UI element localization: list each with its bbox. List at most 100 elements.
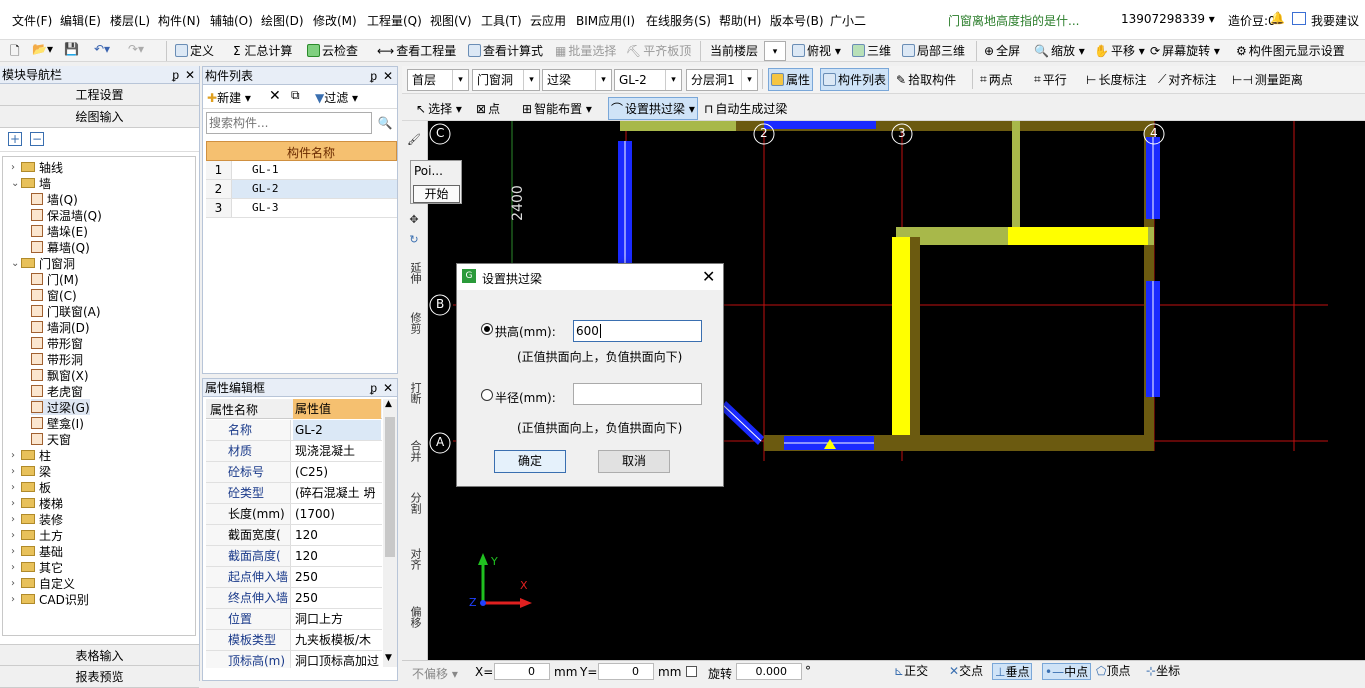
- property-value[interactable]: (C25): [293, 462, 381, 482]
- expand-arrow-icon[interactable]: ›: [11, 594, 21, 605]
- property-value[interactable]: 120: [293, 525, 381, 545]
- tree-item[interactable]: › 梁: [11, 463, 51, 479]
- collapse-all-icon[interactable]: −: [30, 132, 44, 146]
- tree-item[interactable]: 过梁(G): [31, 399, 90, 415]
- length-dimension-button[interactable]: ⊢ 长度标注: [1086, 71, 1146, 88]
- edit-tool-button[interactable]: 分割: [406, 492, 422, 514]
- component-list-button[interactable]: 构件列表: [820, 68, 890, 91]
- menu-item[interactable]: 在线服务(S): [646, 12, 711, 29]
- expand-arrow-icon[interactable]: ›: [11, 466, 21, 477]
- menu-item[interactable]: BIM应用(I): [576, 12, 635, 29]
- category-select[interactable]: 门窗洞 ▾: [472, 69, 540, 91]
- menu-item[interactable]: 广小二: [830, 12, 866, 29]
- table-row[interactable]: 3 GL-3: [206, 199, 397, 218]
- expand-arrow-icon[interactable]: ›: [11, 162, 21, 173]
- search-field[interactable]: [209, 114, 369, 132]
- close-icon[interactable]: ✕: [702, 267, 715, 286]
- set-arch-lintel-button[interactable]: ⌒ 设置拱过梁 ▾: [608, 97, 698, 120]
- measure-distance-button[interactable]: ⊢⊣ 测量距离: [1232, 71, 1303, 88]
- property-value[interactable]: 九夹板模板/木: [293, 630, 381, 650]
- property-row[interactable]: 长度(mm) (1700): [206, 504, 382, 525]
- menu-item[interactable]: 文件(F): [12, 12, 52, 29]
- property-button[interactable]: 属性: [768, 68, 814, 91]
- expand-arrow-icon[interactable]: ›: [11, 578, 21, 589]
- new-file-icon[interactable]: 🗋: [10, 42, 20, 63]
- tree-item[interactable]: 门联窗(A): [31, 303, 101, 319]
- tree-item[interactable]: › 柱: [11, 447, 51, 463]
- redo-icon[interactable]: ↷▾: [128, 42, 144, 56]
- define-button[interactable]: 定义: [175, 42, 214, 59]
- no-offset-dropdown[interactable]: 不偏移 ▾: [412, 665, 458, 682]
- arch-height-input[interactable]: 600: [573, 320, 702, 342]
- menu-item[interactable]: 工具(T): [481, 12, 522, 29]
- menu-item[interactable]: 版本号(B): [770, 12, 824, 29]
- table-input-button[interactable]: 表格输入: [0, 644, 199, 666]
- layer-select[interactable]: 分层洞1 ▾: [686, 69, 758, 91]
- tree-item[interactable]: 门(M): [31, 271, 79, 287]
- property-value[interactable]: 洞口顶标高加过: [293, 651, 381, 668]
- top-view-button[interactable]: 俯视 ▾: [792, 42, 841, 59]
- brush-icon[interactable]: 🖌: [406, 133, 422, 146]
- tree-item[interactable]: 保温墙(Q): [31, 207, 102, 223]
- fullscreen-button[interactable]: ⊕ 全屏: [984, 42, 1020, 59]
- select-button[interactable]: ↖ 选择 ▾: [416, 100, 462, 117]
- tree-item[interactable]: › 土方: [11, 527, 63, 543]
- chat-icon[interactable]: [1292, 12, 1306, 25]
- property-value[interactable]: (碎石混凝土 坍: [293, 483, 381, 503]
- two-points-button[interactable]: ⌗ 两点: [980, 71, 1013, 88]
- tree-item[interactable]: 幕墙(Q): [31, 239, 90, 255]
- rotate-icon[interactable]: ↻: [406, 233, 422, 246]
- property-value[interactable]: 250: [293, 567, 381, 587]
- property-row[interactable]: 模板类型 九夹板模板/木: [206, 630, 382, 651]
- type-select[interactable]: 过梁 ▾: [542, 69, 612, 91]
- property-row[interactable]: 位置 洞口上方: [206, 609, 382, 630]
- x-input[interactable]: 0: [494, 663, 550, 680]
- tree-item[interactable]: 窗(C): [31, 287, 77, 303]
- pick-component-button[interactable]: ✎ 拾取构件: [896, 71, 956, 88]
- menu-item[interactable]: 云应用: [530, 12, 566, 29]
- property-value[interactable]: 现浇混凝土: [293, 441, 381, 461]
- property-value[interactable]: (1700): [293, 504, 381, 524]
- menu-item[interactable]: 构件(N): [158, 12, 200, 29]
- tree-item[interactable]: › 自定义: [11, 575, 75, 591]
- menu-item[interactable]: 楼层(L): [110, 12, 150, 29]
- property-value[interactable]: 洞口上方: [293, 609, 381, 629]
- tree-item[interactable]: 墙垛(E): [31, 223, 88, 239]
- local-3d-button[interactable]: 局部三维: [902, 42, 965, 59]
- edit-tool-button[interactable]: 打断: [406, 382, 422, 404]
- tree-item[interactable]: 墙洞(D): [31, 319, 90, 335]
- tree-item[interactable]: 壁龛(I): [31, 415, 84, 431]
- edit-tool-button[interactable]: 对齐: [406, 548, 422, 570]
- property-row[interactable]: 名称 GL-2: [206, 420, 382, 441]
- smart-layout-button[interactable]: ⊞ 智能布置 ▾: [522, 100, 592, 117]
- pin-icon[interactable]: ᵱ: [172, 66, 179, 84]
- tree-item[interactable]: › 基础: [11, 543, 63, 559]
- angle-input[interactable]: 0.000: [736, 663, 802, 680]
- draw-input-button[interactable]: 绘图输入: [0, 106, 199, 128]
- snap-toggle[interactable]: ⊾正交: [892, 663, 930, 680]
- expand-arrow-icon[interactable]: ›: [11, 562, 21, 573]
- edit-tool-button[interactable]: 合并: [406, 440, 422, 462]
- cancel-button[interactable]: 取消: [598, 450, 670, 473]
- view-formula-button[interactable]: 查看计算式: [468, 42, 543, 59]
- pan-button[interactable]: ✋ 平移 ▾: [1094, 42, 1145, 59]
- parallel-button[interactable]: ⌗ 平行: [1034, 71, 1067, 88]
- zoom-button[interactable]: 🔍 缩放 ▾: [1034, 42, 1085, 59]
- copy-icon[interactable]: ⧉: [291, 88, 300, 103]
- search-input[interactable]: [206, 112, 372, 134]
- expand-arrow-icon[interactable]: ›: [11, 514, 21, 525]
- expand-arrow-icon[interactable]: ›: [11, 498, 21, 509]
- property-value[interactable]: GL-2: [293, 420, 381, 440]
- tree-item[interactable]: › 装修: [11, 511, 63, 527]
- property-row[interactable]: 终点伸入墙 250: [206, 588, 382, 609]
- menu-item[interactable]: 编辑(E): [60, 12, 101, 29]
- edit-tool-button[interactable]: 修剪: [406, 312, 422, 334]
- filter-button[interactable]: ▼过滤 ▾: [315, 89, 358, 106]
- tree-item[interactable]: › 板: [11, 479, 51, 495]
- expand-arrow-icon[interactable]: ›: [11, 482, 21, 493]
- menu-item[interactable]: 帮助(H): [719, 12, 761, 29]
- menu-item[interactable]: 绘图(D): [261, 12, 304, 29]
- tree-item[interactable]: › 轴线: [11, 159, 63, 175]
- floor-scope-dropdown[interactable]: ▾: [764, 41, 786, 61]
- tree-item[interactable]: 飘窗(X): [31, 367, 89, 383]
